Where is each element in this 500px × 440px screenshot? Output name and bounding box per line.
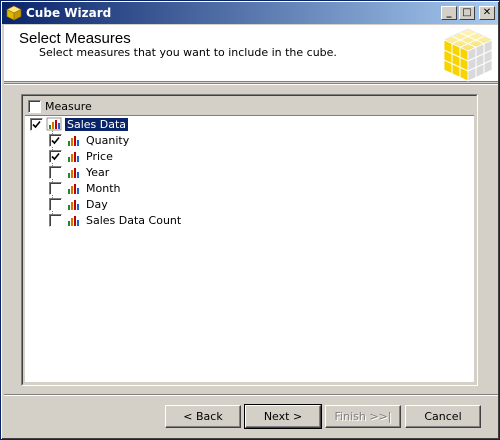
minimize-button[interactable]: _ (441, 6, 457, 20)
tree-item-year[interactable]: Year (49, 164, 111, 180)
title-bar[interactable]: Cube Wizard _ □ ✕ (2, 2, 498, 24)
measures-panel: Measure Sales Data Quanity Price Year Mo… (21, 94, 478, 386)
measure-icon (68, 200, 79, 210)
checkmark-icon (51, 152, 60, 160)
tree-item-label: Sales Data Count (86, 213, 182, 227)
footer-divider (4, 394, 498, 396)
day-checkbox[interactable] (49, 197, 62, 211)
tree-item-quanity[interactable]: Quanity (49, 132, 131, 148)
tree-item-label: Month (86, 181, 121, 195)
measure-icon (68, 136, 79, 146)
checkmark-icon (32, 120, 41, 128)
sales-data-checkbox[interactable] (30, 117, 43, 131)
maximize-button[interactable]: □ (459, 6, 475, 20)
tree-group-sales-data[interactable]: Sales Data (30, 116, 130, 132)
cancel-button[interactable]: Cancel (405, 405, 481, 428)
measure-column-header[interactable]: Measure (24, 97, 475, 115)
tree-item-label: Day (86, 197, 108, 211)
maximize-icon: □ (462, 7, 472, 18)
tree-item-price[interactable]: Price (49, 148, 115, 164)
back-button[interactable]: < Back (165, 405, 241, 428)
tree-item-label: Quanity (86, 133, 130, 147)
tree-item-day[interactable]: Day (49, 196, 110, 212)
page-subtitle: Select measures that you want to include… (39, 46, 337, 59)
measures-tree[interactable]: Sales Data Quanity Price Year Month Day … (25, 115, 474, 382)
measure-column-label: Measure (45, 99, 92, 113)
cube-app-icon (6, 5, 22, 21)
cube-graphic-icon (443, 28, 493, 82)
next-button[interactable]: Next > (244, 404, 322, 429)
wizard-header: Select Measures Select measures that you… (4, 25, 498, 82)
window-title: Cube Wizard (26, 6, 112, 20)
measure-icon (68, 152, 79, 162)
price-checkbox[interactable] (49, 149, 62, 163)
close-button[interactable]: ✕ (479, 6, 495, 20)
sales-data-count-checkbox[interactable] (49, 213, 62, 227)
measure-icon (68, 168, 79, 178)
header-divider (4, 83, 498, 85)
tree-item-sales-data-count[interactable]: Sales Data Count (49, 212, 183, 228)
checkmark-icon (51, 136, 60, 144)
measure-group-icon (46, 117, 62, 131)
tree-item-month[interactable]: Month (49, 180, 122, 196)
minimize-icon: _ (446, 7, 452, 18)
month-checkbox[interactable] (49, 181, 62, 195)
close-icon: ✕ (482, 7, 492, 18)
measure-header-checkbox[interactable] (28, 99, 41, 113)
measure-icon (68, 216, 79, 226)
tree-group-label: Sales Data (63, 116, 130, 132)
cube-wizard-window: Cube Wizard _ □ ✕ Select Measures Select… (0, 0, 500, 440)
measure-icon (68, 184, 79, 194)
finish-button[interactable]: Finish >>| (325, 405, 401, 428)
quanity-checkbox[interactable] (49, 133, 62, 147)
page-title: Select Measures (19, 30, 131, 47)
tree-item-label: Price (86, 149, 113, 163)
year-checkbox[interactable] (49, 165, 62, 179)
tree-item-label: Year (86, 165, 110, 179)
